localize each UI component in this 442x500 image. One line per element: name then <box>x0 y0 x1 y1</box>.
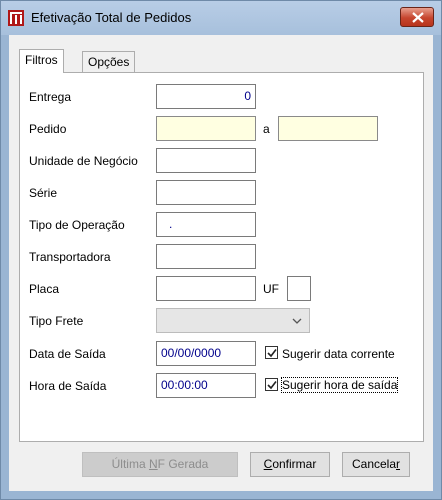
ultima-nf-label-post: F Gerada <box>157 457 209 471</box>
tab-filtros[interactable]: Filtros <box>19 49 64 73</box>
app-logo-icon <box>8 10 24 26</box>
unidade-label: Unidade de Negócio <box>29 154 138 168</box>
data-saida-input[interactable]: 00/00/0000 <box>156 341 256 366</box>
checkmark-icon <box>267 349 277 358</box>
ultima-nf-label-pre: Última <box>111 457 149 471</box>
confirmar-label-post: onfirmar <box>272 457 317 471</box>
pedido-to-input[interactable] <box>278 116 378 141</box>
uf-input[interactable] <box>287 276 311 301</box>
sugerir-data-label[interactable]: Sugerir data corrente <box>282 347 395 361</box>
serie-label: Série <box>29 186 58 200</box>
title-bar[interactable]: Efetivação Total de Pedidos <box>1 1 441 35</box>
unidade-input[interactable] <box>156 148 256 173</box>
pedido-from-input[interactable] <box>156 116 256 141</box>
sugerir-hora-checkbox[interactable] <box>265 378 278 391</box>
serie-input[interactable] <box>156 180 256 205</box>
tipo-frete-label: Tipo Frete <box>29 314 84 328</box>
tipo-operacao-input[interactable]: . <box>156 212 256 237</box>
ultima-nf-gerada-button[interactable]: Última NF Gerada <box>82 452 238 477</box>
ultima-nf-label-accel: N <box>148 457 158 471</box>
placa-input[interactable] <box>156 276 256 301</box>
dialog-body: Filtros Opções Entrega 0 Pedido a Unidad… <box>9 35 433 491</box>
hora-saida-label: Hora de Saída <box>29 379 107 393</box>
close-icon <box>412 12 424 23</box>
checkmark-icon <box>267 381 277 390</box>
uf-label: UF <box>263 282 279 296</box>
cancelar-label-accel: r <box>396 457 401 471</box>
chevron-down-icon <box>292 318 302 324</box>
sugerir-data-checkbox[interactable] <box>265 346 278 359</box>
filters-panel: Entrega 0 Pedido a Unidade de Negócio Sé… <box>19 72 424 442</box>
tipo-operacao-label: Tipo de Operação <box>29 218 125 232</box>
entrega-input[interactable]: 0 <box>156 84 256 109</box>
window-title: Efetivação Total de Pedidos <box>31 10 192 25</box>
hora-saida-input[interactable]: 00:00:00 <box>156 373 256 398</box>
sugerir-hora-label[interactable]: Sugerir hora de saída <box>280 377 399 393</box>
placa-label: Placa <box>29 282 60 296</box>
close-button[interactable] <box>400 7 434 27</box>
transportadora-input[interactable] <box>156 244 256 269</box>
dialog-window: Efetivação Total de Pedidos Filtros Opçõ… <box>0 0 442 500</box>
entrega-label: Entrega <box>29 90 72 104</box>
tipo-frete-select[interactable] <box>156 308 310 333</box>
tab-opcoes[interactable]: Opções <box>82 51 136 72</box>
pedido-label: Pedido <box>29 122 67 136</box>
cancelar-label-pre: Cancela <box>351 457 397 471</box>
data-saida-label: Data de Saída <box>29 347 106 361</box>
confirmar-button[interactable]: Confirmar <box>250 452 330 477</box>
cancelar-button[interactable]: Cancelar <box>342 452 410 477</box>
transportadora-label: Transportadora <box>29 250 111 264</box>
pedido-range-separator: a <box>263 122 270 136</box>
